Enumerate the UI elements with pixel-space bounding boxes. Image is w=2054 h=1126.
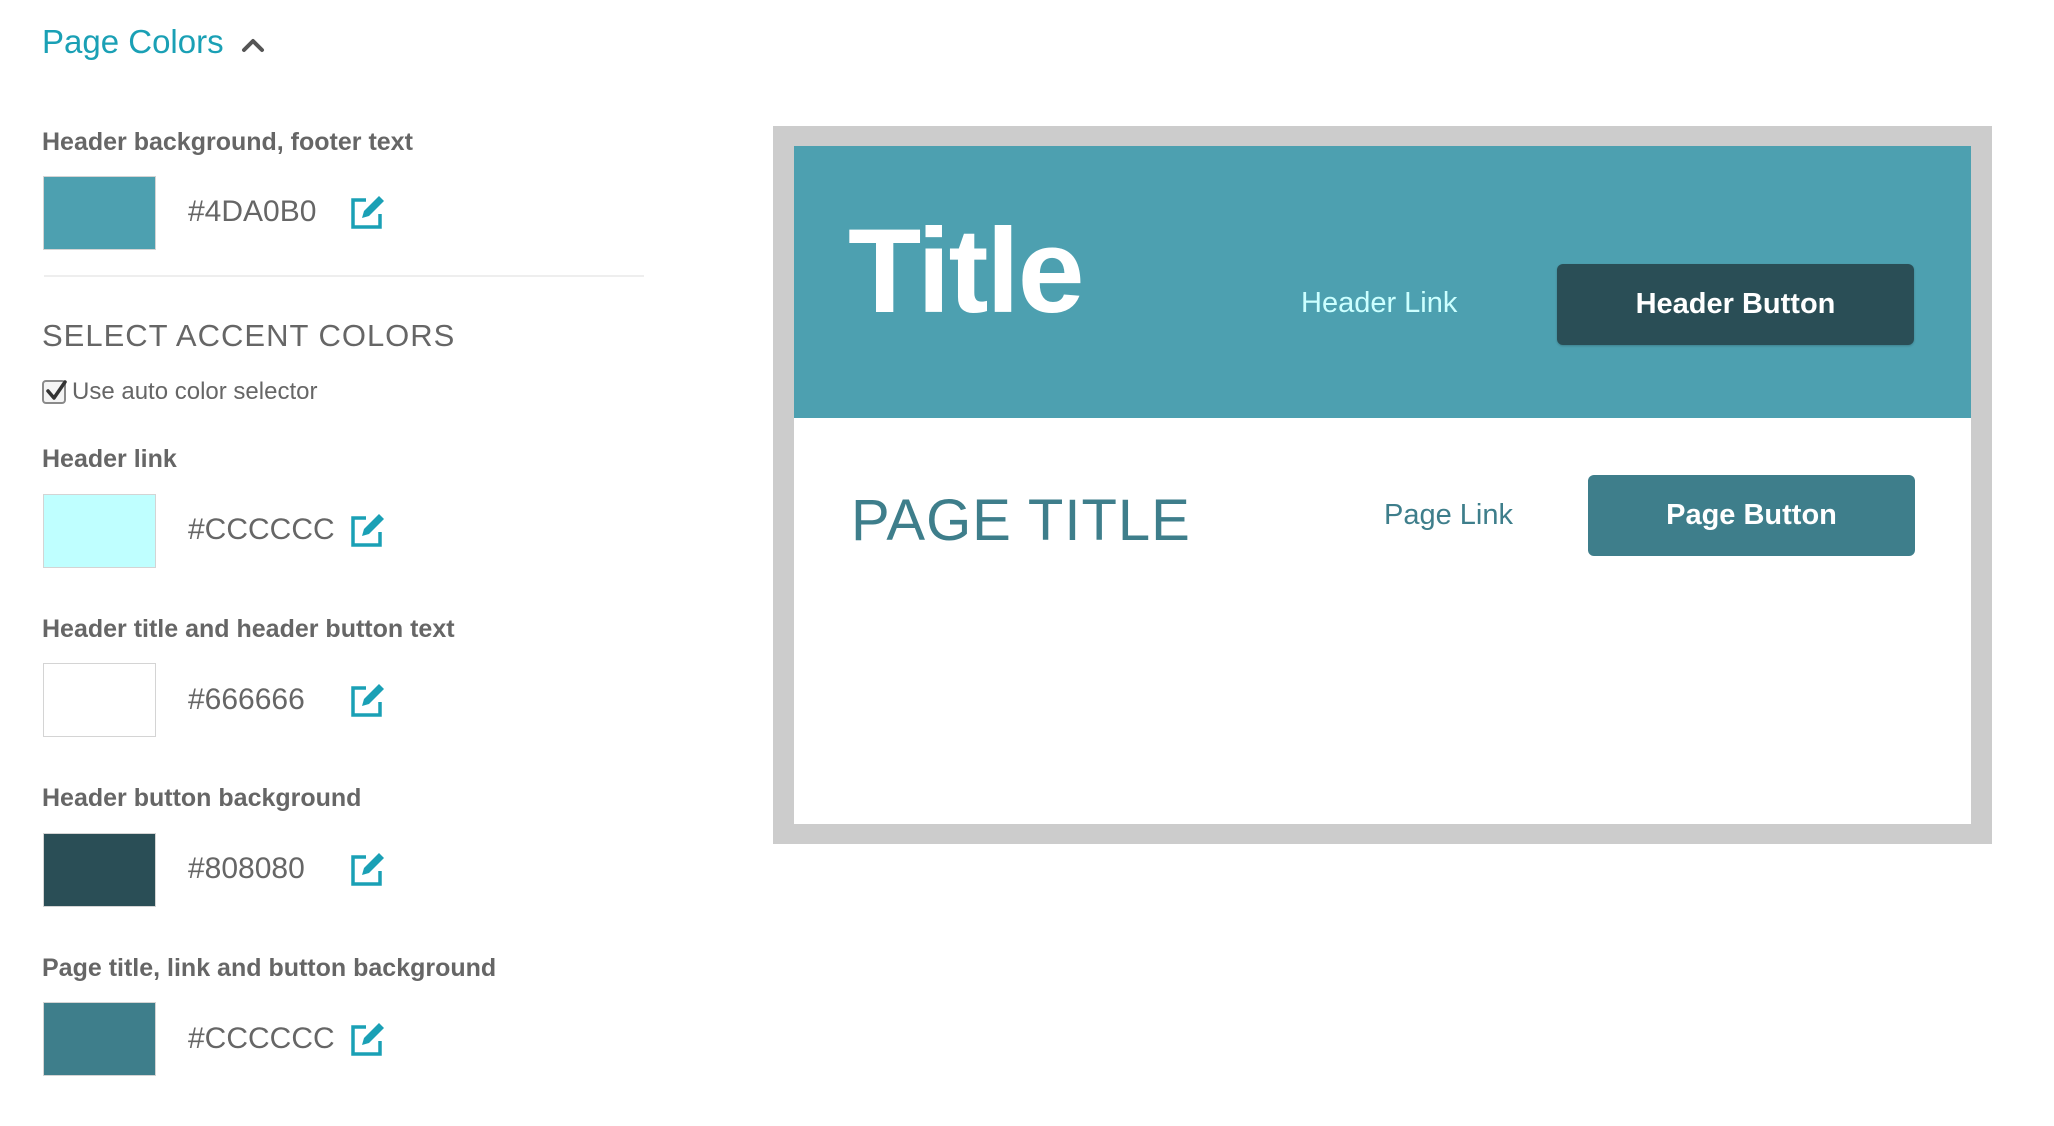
checkmark-icon <box>46 380 67 400</box>
preview-frame: Title Header Link Header Button PAGE TIT… <box>773 126 1992 844</box>
swatch-page-accent[interactable] <box>43 1002 156 1076</box>
preview-header: Title Header Link Header Button <box>794 146 1971 418</box>
preview-title: Title <box>848 204 1085 338</box>
field-label-header-button-background: Header button background <box>42 784 362 812</box>
hex-header-background: #4DA0B0 <box>188 195 317 228</box>
auto-color-selector-checkbox[interactable] <box>42 380 67 404</box>
edit-icon[interactable] <box>348 1021 386 1059</box>
page-colors-title: Page Colors <box>42 23 224 60</box>
swatch-header-button-background[interactable] <box>43 833 156 907</box>
preview-page-title: PAGE TITLE <box>851 488 1191 553</box>
edit-icon[interactable] <box>348 851 386 889</box>
field-label-page-accent: Page title, link and button background <box>42 954 497 982</box>
chevron-up-icon <box>241 39 264 52</box>
hex-header-button-background: #808080 <box>188 852 305 885</box>
edit-icon[interactable] <box>348 194 386 232</box>
hex-header-link: #CCCCCC <box>188 513 335 546</box>
preview-page: Title Header Link Header Button PAGE TIT… <box>794 146 1971 824</box>
auto-color-selector-row[interactable]: Use auto color selector <box>42 376 317 408</box>
preview-header-button[interactable]: Header Button <box>1557 264 1914 345</box>
swatch-header-background[interactable] <box>43 176 156 250</box>
hex-header-title-text: #666666 <box>188 683 305 716</box>
swatch-header-link[interactable] <box>43 494 156 568</box>
accent-colors-heading: SELECT ACCENT COLORS <box>42 318 456 353</box>
field-label-header-title-text: Header title and header button text <box>42 615 455 643</box>
edit-icon[interactable] <box>348 512 386 550</box>
edit-icon[interactable] <box>348 682 386 720</box>
preview-header-link[interactable]: Header Link <box>1301 284 1457 322</box>
swatch-header-title-text[interactable] <box>43 663 156 737</box>
auto-color-selector-label: Use auto color selector <box>72 378 318 405</box>
page-colors-toggle[interactable]: Page Colors <box>42 20 266 64</box>
divider <box>44 275 644 277</box>
preview-page-button[interactable]: Page Button <box>1588 475 1915 556</box>
preview-page-link[interactable]: Page Link <box>1384 496 1513 534</box>
field-label-header-link: Header link <box>42 445 177 473</box>
field-label-header-background: Header background, footer text <box>42 128 413 156</box>
hex-page-accent: #CCCCCC <box>188 1022 335 1055</box>
